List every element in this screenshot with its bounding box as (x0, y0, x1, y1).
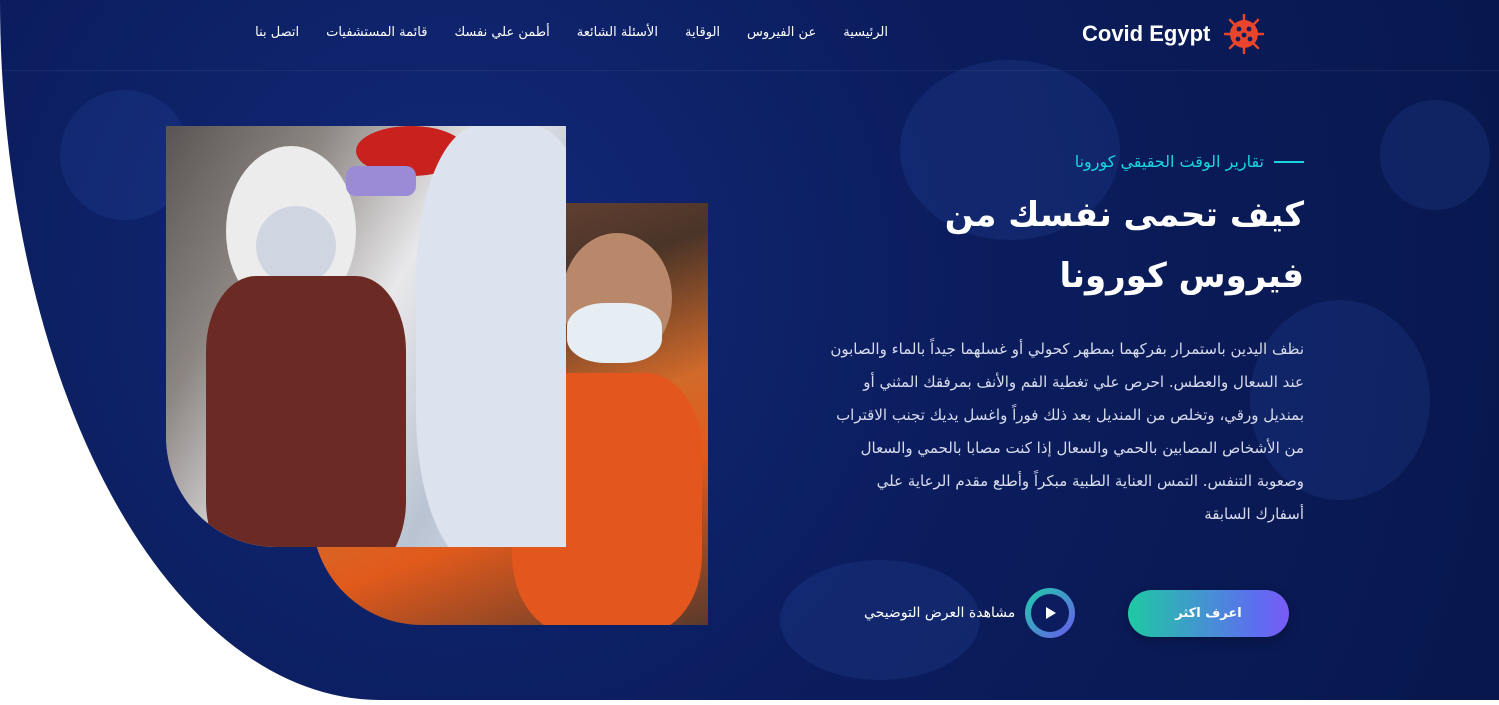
site-header: Covid Egypt الرئيسية عن الفيروس الوقاية … (0, 0, 1499, 71)
learn-more-button[interactable]: اعرف اكثر (1128, 590, 1289, 637)
kicker-text: تقارير الوقت الحقيقي كورونا (1074, 152, 1264, 171)
watch-demo-label: مشاهدة العرض التوضيحي (864, 605, 1016, 621)
nav-item-hospitals[interactable]: قائمة المستشفيات (326, 25, 427, 40)
hero-section: Covid Egypt الرئيسية عن الفيروس الوقاية … (0, 0, 1499, 700)
brand-logo[interactable]: Covid Egypt (1082, 14, 1265, 54)
play-triangle-icon (1046, 607, 1057, 619)
hero-content: تقارير الوقت الحقيقي كورونا كيف تحمى نفس… (830, 140, 1304, 531)
nav-item-self-check[interactable]: أطمن علي نفسك (454, 25, 549, 40)
hero-photo-primary (166, 126, 566, 547)
hero-title: كيف تحمى نفسك من فيروس كورونا (944, 195, 1304, 296)
play-icon[interactable] (1025, 588, 1076, 638)
nav-item-home[interactable]: الرئيسية (843, 25, 888, 40)
virus-icon (1224, 14, 1265, 54)
hero-description: نظف اليدين باستمرار بفركهما بمطهر كحولي … (830, 340, 1304, 523)
brand-name: Covid Egypt (1082, 21, 1211, 46)
nav-item-prevention[interactable]: الوقاية (685, 25, 720, 40)
hero-kicker: تقارير الوقت الحقيقي كورونا (830, 152, 1304, 171)
main-nav: الرئيسية عن الفيروس الوقاية الأسئلة الشا… (255, 25, 888, 40)
nav-item-contact[interactable]: اتصل بنا (255, 25, 299, 40)
kicker-line (1274, 160, 1304, 163)
watch-demo-button[interactable]: مشاهدة العرض التوضيحي (864, 588, 1076, 638)
nav-item-faq[interactable]: الأسئلة الشائعة (577, 25, 658, 40)
nav-item-about-virus[interactable]: عن الفيروس (747, 25, 816, 40)
